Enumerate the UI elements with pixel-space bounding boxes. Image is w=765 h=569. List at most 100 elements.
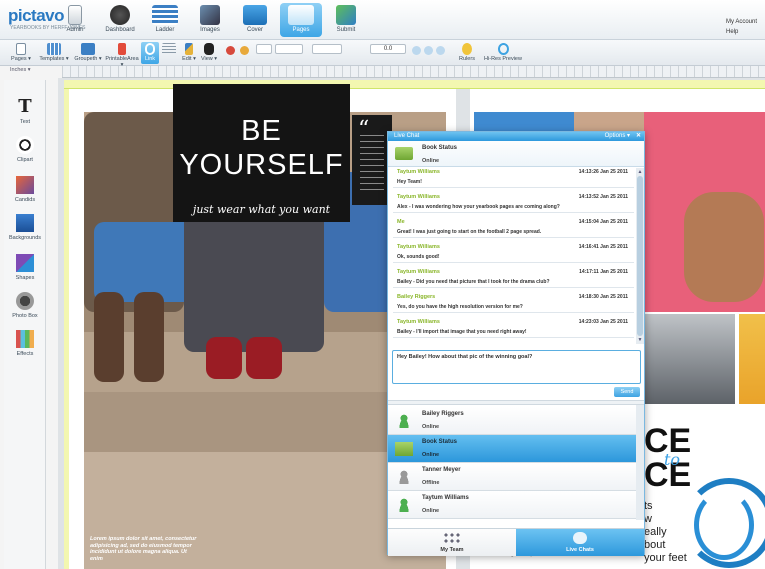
scroll-up-icon[interactable]: ▲ — [637, 169, 643, 175]
zoom-out-icon[interactable] — [424, 46, 433, 55]
contact-taytum-williams[interactable]: Taytum Williams Online — [388, 491, 636, 519]
message-text: Alex - I was wondering how your yearbook… — [397, 204, 560, 210]
pages-menu[interactable]: Pages ▾ — [8, 42, 34, 64]
chat-message: Taytum Williams 14:16:41 Jan 25 2011 Ok,… — [393, 243, 634, 263]
grouped-menu[interactable]: Groupeth ▾ — [72, 42, 104, 64]
tool-photo-box[interactable]: Photo Box — [4, 292, 46, 319]
message-sender: Taytum Williams — [397, 269, 440, 275]
position-x-field[interactable] — [275, 44, 303, 54]
align-button[interactable] — [162, 42, 176, 64]
contact-status: Online — [422, 508, 440, 514]
panel-resize-handle[interactable] — [388, 400, 644, 405]
chat-message: Me 14:15:04 Jan 25 2011 Great! I was jus… — [393, 218, 634, 238]
printable-area-menu[interactable]: PrintableArea ▾ — [105, 42, 139, 68]
chat-tabs: My Team Live Chats — [388, 528, 644, 556]
message-sender: Bailey Riggers — [397, 294, 436, 300]
ruler-units-dropdown[interactable]: Inches ▾ — [10, 67, 31, 73]
caption-text[interactable]: Lorem ipsum dolor sit amet, consectetur … — [90, 536, 200, 562]
shapes-icon — [16, 254, 34, 272]
tool-backgrounds[interactable]: Backgrounds — [4, 214, 46, 241]
rulers-toggle[interactable]: Rulers — [455, 42, 479, 64]
rotate-icon[interactable] — [240, 46, 249, 55]
contact-name: Tanner Meyer — [422, 467, 461, 473]
chat-message: Taytum Williams 14:13:26 Jan 25 2011 Hey… — [393, 168, 634, 188]
my-account-link[interactable]: My Account — [726, 17, 757, 27]
tab-my-team[interactable]: My Team — [388, 529, 516, 556]
nav-submit[interactable]: Submit — [325, 3, 367, 37]
quote-box[interactable]: “ — [352, 115, 392, 205]
message-timestamp: 14:17:11 Jan 25 2011 — [579, 269, 628, 275]
printable-area-icon — [118, 43, 126, 55]
scroll-down-icon[interactable]: ▼ — [637, 337, 643, 343]
converse-photo[interactable] — [645, 314, 735, 404]
message-sender: Me — [397, 219, 405, 225]
stop-icon[interactable] — [226, 46, 235, 55]
width-field[interactable] — [256, 44, 272, 54]
zoom-fit-icon[interactable] — [436, 46, 445, 55]
chat-options-menu[interactable]: Options ▾ — [605, 132, 630, 141]
book-status-row[interactable]: Book Status Online — [388, 141, 644, 167]
sneaker-sole — [684, 192, 764, 302]
tool-clipart[interactable]: Clipart — [4, 136, 46, 163]
to-word: to — [664, 450, 681, 469]
team-icon — [443, 532, 461, 544]
effects-icon — [16, 330, 34, 348]
contact-status: Online — [422, 452, 440, 458]
view-menu[interactable]: View ▾ — [200, 42, 218, 64]
yellow-shoe-photo[interactable] — [739, 314, 765, 404]
message-text: Bailey - I'll import that image that you… — [397, 329, 527, 335]
admin-doc-icon — [68, 5, 82, 25]
contact-tanner-meyer[interactable]: Tanner Meyer Offline — [388, 463, 636, 491]
page-toolbar: Pages ▾ Templates ▾ Groupeth ▾ Printable… — [0, 40, 765, 68]
red-shoe — [206, 337, 242, 379]
chat-messages[interactable]: Taytum Williams 14:13:26 Jan 25 2011 Hey… — [388, 168, 636, 344]
messages-scrollbar[interactable]: ▲ ▼ — [636, 168, 644, 344]
chat-title: Live Chat — [394, 133, 420, 139]
close-icon[interactable]: ✕ — [636, 132, 641, 141]
nav-dashboard[interactable]: Dashboard — [99, 3, 141, 37]
nav-images[interactable]: Images — [189, 3, 231, 37]
headline-line-1: BE — [241, 115, 282, 147]
message-timestamp: 14:16:41 Jan 25 2011 — [578, 244, 628, 250]
live-chat-panel[interactable]: Live Chat Options ▾ ✕ Book Status Online… — [387, 131, 645, 556]
contacts-scrollbar[interactable] — [636, 405, 644, 520]
tool-text[interactable]: T Text — [4, 98, 46, 126]
message-timestamp: 14:13:26 Jan 25 2011 — [578, 169, 628, 175]
hi-res-preview-button[interactable]: Hi-Res Preview — [483, 42, 523, 64]
nav-ladder[interactable]: Ladder — [144, 3, 186, 37]
chat-titlebar[interactable]: Live Chat Options ▾ ✕ — [388, 132, 644, 141]
contact-bailey-riggers[interactable]: Bailey Riggers Online — [388, 407, 636, 435]
message-timestamp: 14:15:04 Jan 25 2011 — [578, 219, 628, 225]
nav-pages[interactable]: Pages — [280, 3, 322, 37]
link-chain-icon — [145, 43, 155, 55]
tool-candids[interactable]: Candids — [4, 176, 46, 203]
zoom-field[interactable]: 0.0 — [370, 44, 406, 54]
align-icon — [162, 43, 176, 55]
binoculars-icon — [204, 43, 214, 55]
tab-live-chats[interactable]: Live Chats — [516, 529, 644, 556]
pages-icon — [288, 5, 314, 25]
chat-message-input[interactable]: Hey Bailey! How about that pic of the wi… — [392, 350, 641, 384]
shoelace-graphic — [694, 490, 754, 560]
message-sender: Taytum Williams — [397, 319, 440, 325]
user-online-icon — [397, 498, 411, 512]
scroll-thumb[interactable] — [637, 176, 643, 336]
nav-cover[interactable]: Cover — [234, 3, 276, 37]
help-link[interactable]: Help — [726, 27, 757, 37]
edit-pencil-icon — [185, 43, 193, 55]
contact-book-status[interactable]: Book Status Online — [388, 435, 636, 463]
position-y-field[interactable] — [312, 44, 342, 54]
templates-menu[interactable]: Templates ▾ — [38, 42, 70, 64]
tool-shapes[interactable]: Shapes — [4, 254, 46, 281]
book-icon — [395, 442, 413, 456]
be-yourself-headline-box[interactable]: BE YOURSELF just wear what you want — [173, 84, 350, 222]
rulers-icon — [462, 43, 472, 55]
boot — [134, 292, 164, 382]
link-button[interactable]: Link — [141, 42, 159, 64]
nav-admin[interactable]: Admin — [54, 3, 96, 37]
send-button[interactable]: Send — [614, 387, 640, 397]
chat-message: Taytum Williams 14:13:52 Jan 25 2011 Ale… — [393, 193, 634, 213]
zoom-in-icon[interactable] — [412, 46, 421, 55]
tool-effects[interactable]: Effects — [4, 330, 46, 357]
edit-menu[interactable]: Edit ▾ — [180, 42, 198, 64]
